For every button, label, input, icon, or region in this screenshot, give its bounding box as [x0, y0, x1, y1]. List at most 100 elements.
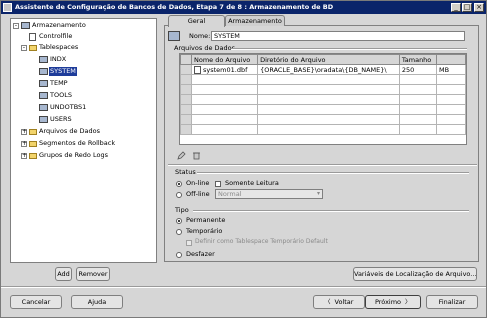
empty-cell[interactable]: [257, 94, 400, 105]
empty-cell[interactable]: [436, 124, 466, 135]
tree-item-grupos-de-redo-logs[interactable]: Grupos de Redo Logs: [39, 151, 108, 160]
add-button[interactable]: Add: [55, 267, 72, 281]
database-icon: [21, 22, 30, 29]
help-button[interactable]: Ajuda: [71, 295, 123, 309]
row-header: [180, 64, 192, 75]
maximize-button[interactable]: □: [462, 3, 472, 12]
chevron-right-icon: 〉: [405, 299, 412, 306]
empty-cell[interactable]: [257, 84, 400, 95]
tree-item-tablespaces[interactable]: Tablespaces: [39, 43, 78, 52]
trash-icon[interactable]: [192, 151, 201, 160]
column-header-directory[interactable]: Diretório do Arquivo: [257, 54, 400, 65]
tablespace-icon: [39, 104, 48, 111]
row-header: [180, 124, 192, 135]
empty-cell[interactable]: [436, 84, 466, 95]
datafiles-table[interactable]: Nome do Arquivo Diretório do Arquivo Tam…: [179, 53, 467, 145]
folder-icon: [29, 129, 37, 135]
empty-cell[interactable]: [190, 104, 259, 115]
empty-cell[interactable]: [257, 124, 400, 135]
offline-label: Off-line: [186, 190, 210, 198]
undo-radio[interactable]: [176, 252, 182, 258]
empty-cell[interactable]: [398, 124, 438, 135]
chevron-left-icon: 〈: [324, 299, 331, 306]
permanent-radio[interactable]: [176, 218, 182, 224]
readonly-label: Somente Leitura: [225, 179, 279, 187]
next-button[interactable]: Próximo 〉: [365, 295, 421, 309]
tree-item-temp[interactable]: TEMP: [50, 79, 68, 88]
collapse-toggle[interactable]: -: [21, 45, 27, 51]
controlfile-icon: [29, 33, 36, 41]
empty-cell[interactable]: [398, 104, 438, 115]
empty-cell[interactable]: [190, 74, 259, 85]
remove-button[interactable]: Remover: [76, 267, 110, 281]
directory-cell[interactable]: {ORACLE_BASE}\oradata\{DB_NAME}\: [257, 64, 400, 75]
edit-icon[interactable]: [177, 151, 186, 160]
readonly-checkbox[interactable]: [215, 181, 221, 187]
expand-toggle[interactable]: +: [21, 141, 27, 147]
offline-mode-select[interactable]: Normal ▾: [215, 189, 323, 199]
table-row[interactable]: system01.dbf {ORACLE_BASE}\oradata\{DB_N…: [180, 64, 466, 75]
empty-cell[interactable]: [398, 94, 438, 105]
tablespace-icon: [39, 92, 48, 99]
tree-item-system[interactable]: SYSTEM: [49, 67, 77, 76]
empty-cell[interactable]: [257, 104, 400, 115]
online-label: On-line: [186, 179, 210, 187]
status-group-label: Status: [175, 168, 196, 176]
tablespace-icon: [39, 80, 48, 87]
file-location-variables-button[interactable]: Variáveis de Localização de Arquivo...: [353, 267, 477, 281]
tablespace-properties-panel: Geral Armazenamento Nome: SYSTEM Arquivo…: [164, 15, 479, 262]
close-button[interactable]: ×: [474, 3, 484, 12]
empty-cell[interactable]: [436, 94, 466, 105]
empty-cell[interactable]: [398, 74, 438, 85]
size-cell[interactable]: 250: [398, 64, 438, 75]
tree-item-arquivos-de-dados[interactable]: Arquivos de Dados: [39, 127, 100, 136]
default-temp-checkbox[interactable]: [186, 240, 192, 246]
empty-cell[interactable]: [398, 114, 438, 125]
tree-item-users[interactable]: USERS: [50, 115, 72, 124]
collapse-toggle[interactable]: -: [13, 23, 19, 29]
unit-cell[interactable]: MB: [436, 64, 466, 75]
storage-tree[interactable]: - Armazenamento Controlfile - Tablespace…: [10, 18, 157, 263]
empty-cell[interactable]: [190, 114, 259, 125]
tree-item-controlfile[interactable]: Controlfile: [39, 32, 72, 41]
tree-item-armazenamento[interactable]: Armazenamento: [32, 21, 86, 30]
column-header-file-name[interactable]: Nome do Arquivo: [190, 54, 259, 65]
permanent-label: Permanente: [186, 216, 226, 224]
empty-cell[interactable]: [257, 74, 400, 85]
tree-item-segmentos-de-rollback[interactable]: Segmentos de Rollback: [39, 139, 115, 148]
tab-geral[interactable]: Geral: [168, 15, 225, 27]
online-radio[interactable]: [176, 181, 182, 187]
empty-cell[interactable]: [436, 104, 466, 115]
row-header: [180, 74, 192, 85]
empty-cell[interactable]: [257, 114, 400, 125]
row-header: [180, 94, 192, 105]
tablespace-icon: [39, 68, 48, 75]
column-header-size[interactable]: Tamanho: [398, 54, 438, 65]
name-field[interactable]: SYSTEM: [211, 31, 465, 41]
tablespace-icon: [39, 116, 48, 123]
back-button[interactable]: 〈 Voltar: [313, 295, 365, 309]
finish-button[interactable]: Finalizar: [426, 295, 478, 309]
expand-toggle[interactable]: +: [21, 153, 27, 159]
tree-item-indx[interactable]: INDX: [50, 55, 66, 64]
tab-armazenamento[interactable]: Armazenamento: [225, 15, 285, 26]
empty-cell[interactable]: [398, 84, 438, 95]
tree-item-tools[interactable]: TOOLS: [50, 91, 72, 100]
empty-cell[interactable]: [436, 74, 466, 85]
tree-item-undotbs1[interactable]: UNDOTBS1: [50, 103, 86, 112]
cancel-button[interactable]: Cancelar: [10, 295, 62, 309]
empty-cell[interactable]: [190, 124, 259, 135]
row-header-corner: [180, 54, 192, 65]
title-bar: Assistente de Configuração de Bancos de …: [1, 1, 486, 14]
offline-radio[interactable]: [176, 192, 182, 198]
default-temp-label: Definir como Tablespace Temporário Defau…: [195, 238, 328, 245]
empty-cell[interactable]: [190, 84, 259, 95]
empty-cell[interactable]: [190, 94, 259, 105]
folder-icon: [29, 153, 37, 159]
temporary-radio[interactable]: [176, 229, 182, 235]
chevron-down-icon: ▾: [316, 190, 320, 197]
empty-cell[interactable]: [436, 114, 466, 125]
expand-toggle[interactable]: +: [21, 129, 27, 135]
file-name-cell[interactable]: system01.dbf: [190, 64, 259, 75]
minimize-button[interactable]: _: [451, 3, 461, 12]
